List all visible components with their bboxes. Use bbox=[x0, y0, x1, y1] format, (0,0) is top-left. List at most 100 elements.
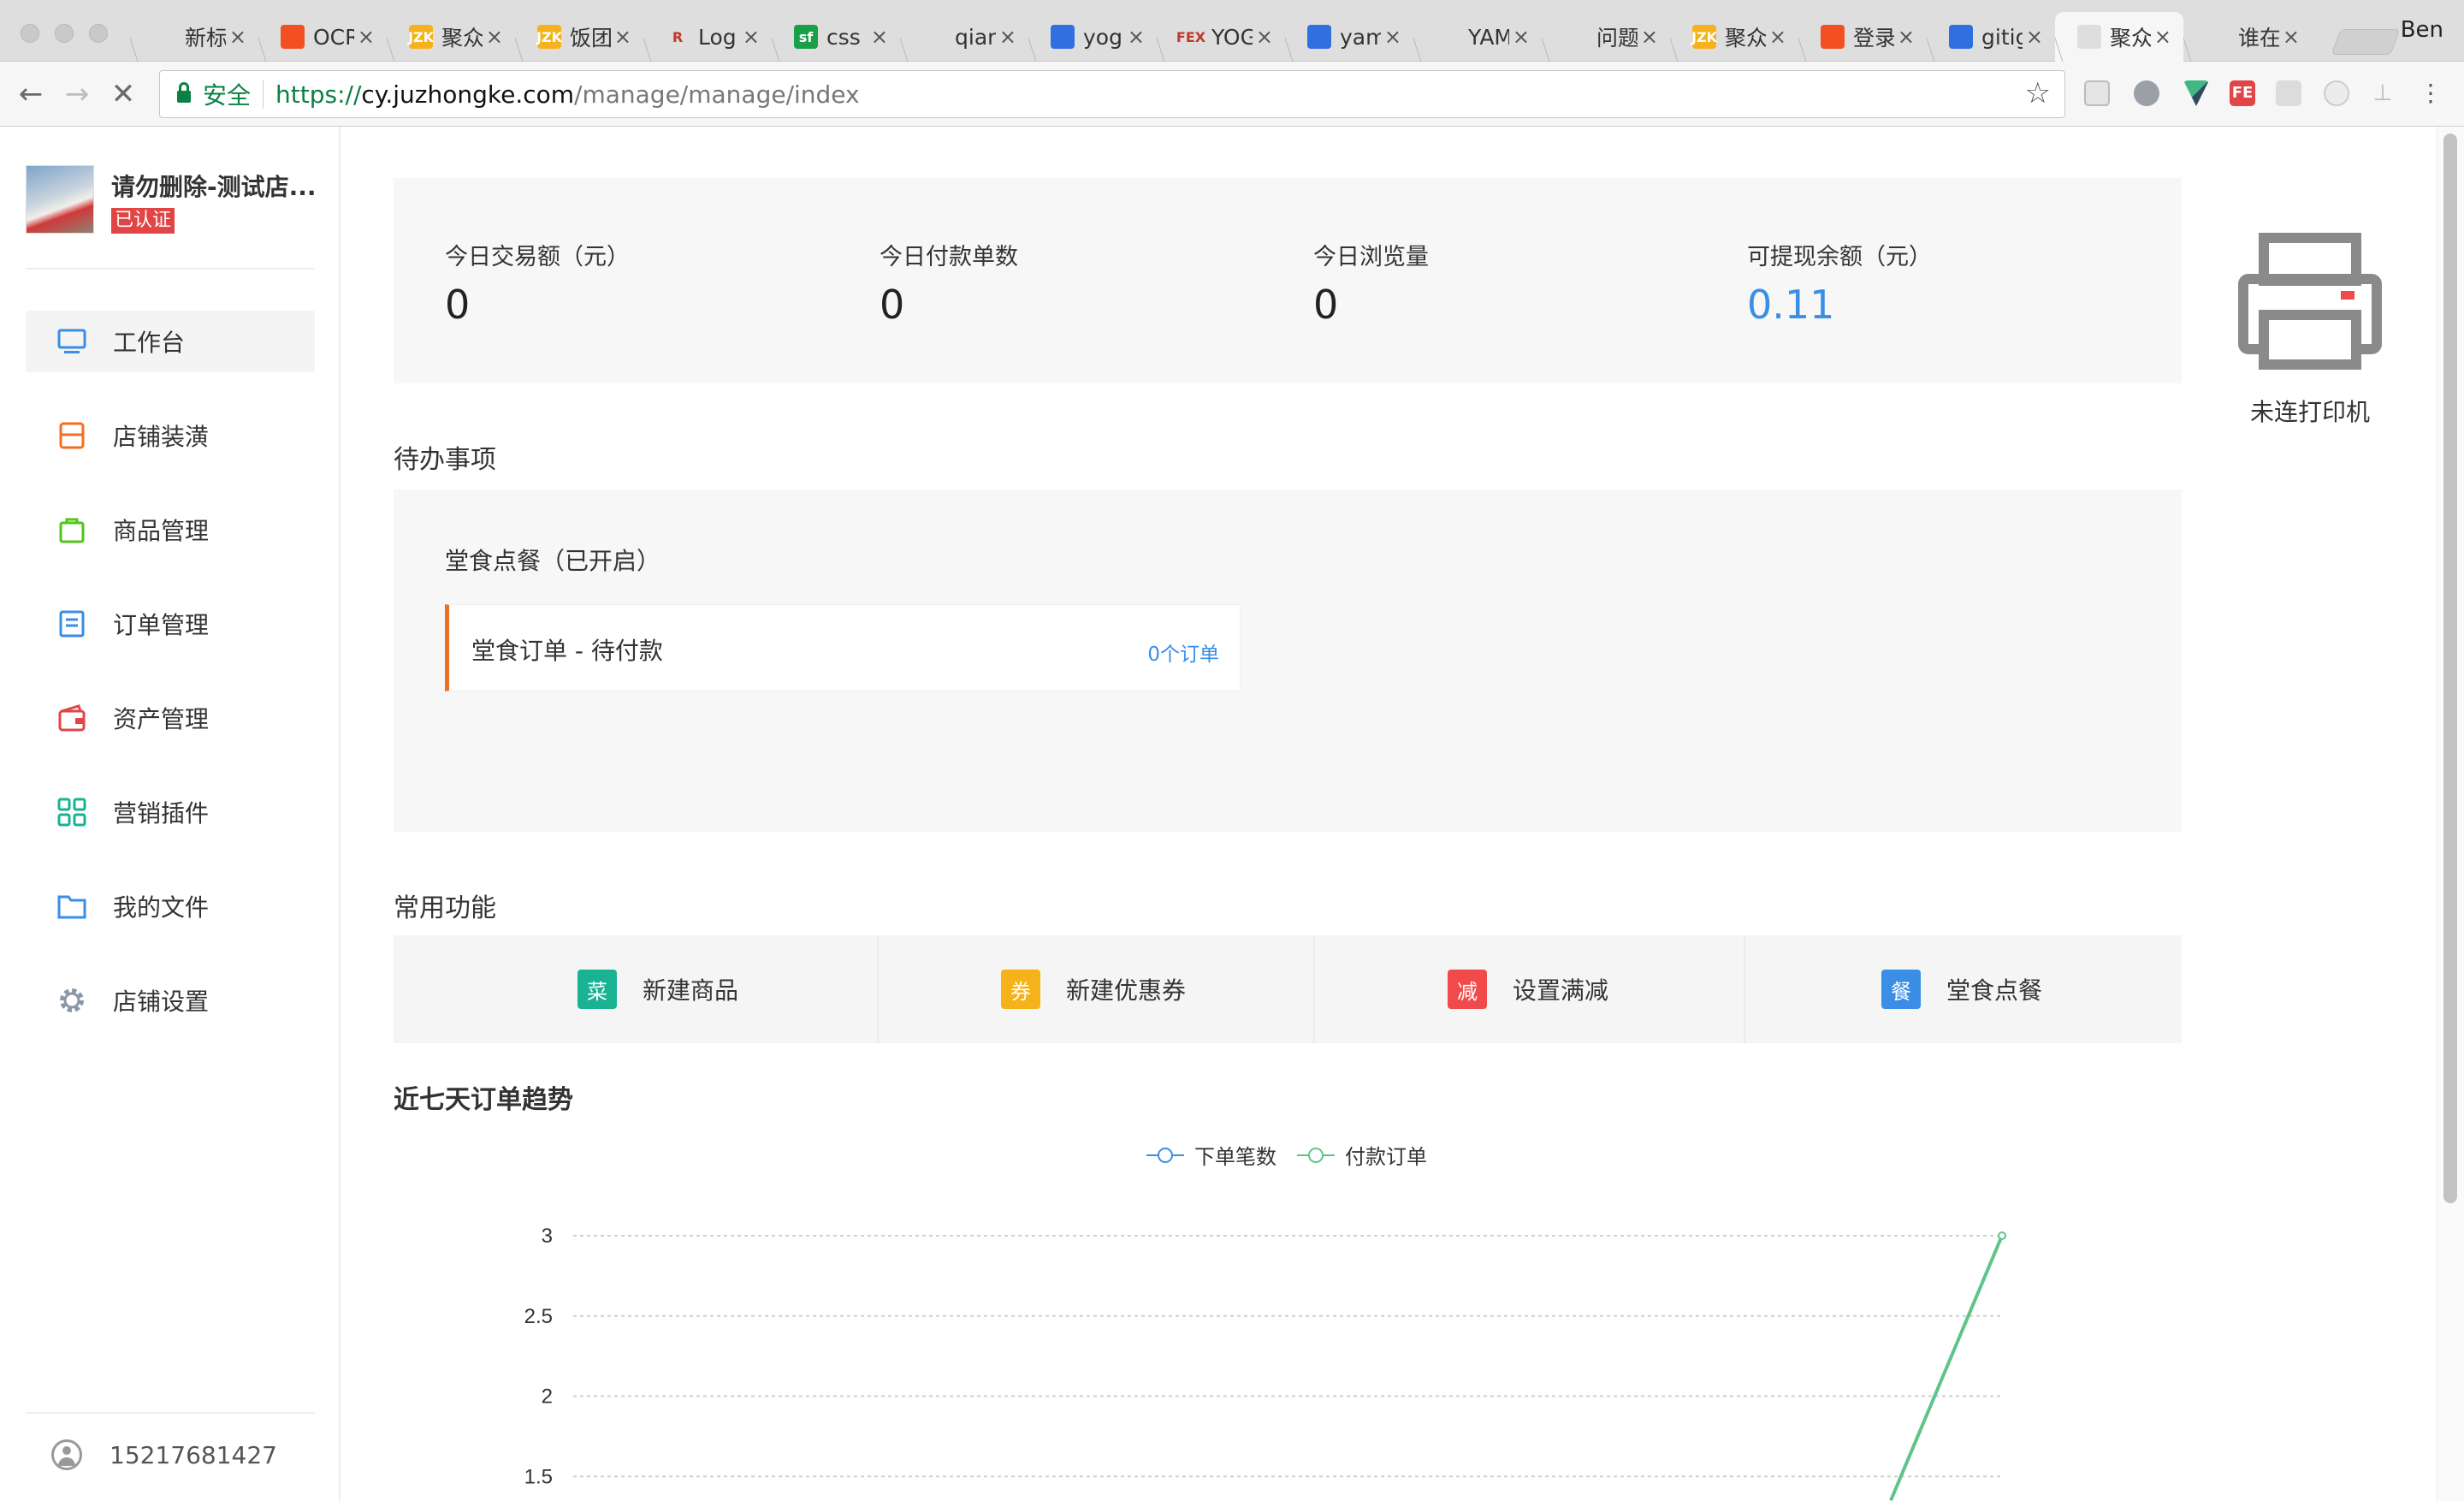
browser-tab[interactable]: JZK 聚众 × bbox=[1670, 12, 1798, 62]
browser-tab[interactable]: gitig × bbox=[1927, 12, 2055, 62]
tab-title: gitig bbox=[1981, 24, 2023, 50]
tab-favicon-icon bbox=[1307, 25, 1331, 49]
y-tick-label: 3 bbox=[542, 1225, 553, 1248]
tab-close-icon[interactable]: × bbox=[2283, 25, 2300, 49]
window-zoom-button[interactable] bbox=[89, 24, 108, 43]
tab-favicon-icon: R bbox=[666, 25, 690, 49]
quick-action-button[interactable]: 券新建优惠券 bbox=[1001, 935, 1186, 1043]
tab-close-icon[interactable]: × bbox=[1256, 25, 1273, 49]
browser-tab[interactable]: YAM × bbox=[1413, 12, 1542, 62]
quick-action-button[interactable]: 菜新建商品 bbox=[578, 935, 738, 1043]
todo-card-link[interactable]: 0个订单 bbox=[1147, 638, 1219, 667]
browser-tab[interactable]: 谁在 × bbox=[2183, 12, 2312, 62]
tab-close-icon[interactable]: × bbox=[999, 25, 1016, 49]
sidebar-item[interactable]: 资产管理 bbox=[26, 687, 315, 749]
profile-name[interactable]: Ben bbox=[2401, 17, 2443, 43]
sidebar-item-label: 店铺设置 bbox=[113, 988, 210, 1016]
quick-action-button[interactable]: 减设置满减 bbox=[1448, 935, 1608, 1043]
tab-title: OCR bbox=[313, 24, 354, 50]
browser-tab[interactable]: sf css × bbox=[772, 12, 900, 62]
window-close-button[interactable] bbox=[21, 24, 39, 43]
window-minimize-button[interactable] bbox=[55, 24, 74, 43]
browser-tab[interactable]: JZK 饭团 × bbox=[515, 12, 643, 62]
quick-action-label: 设置满减 bbox=[1513, 976, 1609, 1005]
sidebar-item[interactable]: 订单管理 bbox=[26, 593, 315, 655]
shop-avatar[interactable] bbox=[26, 165, 94, 234]
quick-divider bbox=[1313, 935, 1315, 1043]
tab-close-icon[interactable]: × bbox=[229, 25, 246, 49]
scrollbar-thumb[interactable] bbox=[2443, 133, 2457, 1203]
tab-title: Log bbox=[698, 24, 737, 50]
extension-grid-icon[interactable] bbox=[2276, 80, 2301, 106]
bookmark-star-icon[interactable]: ☆ bbox=[2025, 76, 2051, 110]
tab-close-icon[interactable]: × bbox=[1898, 25, 1915, 49]
order-trend-chart: 下单笔数 付款订单 3 2.5 2 1.5 bbox=[394, 1121, 2182, 1501]
vue-devtools-icon[interactable] bbox=[2183, 80, 2209, 106]
browser-tab[interactable]: yog × bbox=[1028, 12, 1157, 62]
tab-close-icon[interactable]: × bbox=[1513, 25, 1530, 49]
todo-panel: 堂食点餐（已开启） 堂食订单 - 待付款 0个订单 bbox=[394, 489, 2182, 832]
forward-icon[interactable]: → bbox=[58, 75, 96, 113]
tab-favicon-icon: sf bbox=[794, 25, 818, 49]
account-item[interactable]: 15217681427 bbox=[51, 1439, 277, 1470]
quick-action-badge-icon: 餐 bbox=[1881, 970, 1921, 1009]
tab-close-icon[interactable]: × bbox=[1641, 25, 1658, 49]
extension-tree-icon[interactable]: ⊥ bbox=[2370, 80, 2396, 106]
sidebar-item-label: 店铺装潢 bbox=[113, 423, 210, 451]
tab-close-icon[interactable]: × bbox=[2154, 25, 2171, 49]
stop-loading-icon[interactable]: ✕ bbox=[104, 75, 142, 113]
address-separator bbox=[263, 80, 264, 109]
browser-tab[interactable]: R Log × bbox=[643, 12, 772, 62]
browser-tab[interactable]: qian × bbox=[900, 12, 1028, 62]
quick-action-button[interactable]: 餐堂食点餐 bbox=[1881, 935, 2042, 1043]
sidebar-item[interactable]: 我的文件 bbox=[26, 875, 315, 937]
fe-helper-icon[interactable]: FE bbox=[2230, 80, 2255, 106]
extension-icon[interactable] bbox=[2084, 80, 2110, 106]
stat-value[interactable]: 0.11 bbox=[1747, 282, 1932, 328]
browser-tab[interactable]: JZK 聚众 × bbox=[387, 12, 515, 62]
tab-close-icon[interactable]: × bbox=[1769, 25, 1786, 49]
browser-tab[interactable]: 问题 × bbox=[1542, 12, 1670, 62]
sidebar-item[interactable]: 商品管理 bbox=[26, 499, 315, 561]
sidebar-item[interactable]: 工作台 bbox=[26, 311, 315, 372]
tab-title: qian bbox=[955, 24, 996, 50]
shop-header[interactable]: 请勿删除-测试店... 已认证 bbox=[26, 165, 317, 242]
sidebar-item[interactable]: 营销插件 bbox=[26, 781, 315, 843]
tab-close-icon[interactable]: × bbox=[871, 25, 888, 49]
tab-close-icon[interactable]: × bbox=[486, 25, 503, 49]
browser-tab[interactable]: OCR × bbox=[258, 12, 387, 62]
printer-status[interactable]: 未连打印机 bbox=[2224, 229, 2396, 435]
tab-title: 聚众 bbox=[2110, 26, 2151, 50]
tab-favicon-icon bbox=[2206, 25, 2230, 49]
quick-action-badge-icon: 减 bbox=[1448, 970, 1487, 1009]
quick-action-label: 新建优惠券 bbox=[1066, 976, 1187, 1005]
tab-close-icon[interactable]: × bbox=[1384, 25, 1401, 49]
browser-tab[interactable]: 登录 × bbox=[1798, 12, 1927, 62]
stat-withdrawable-balance[interactable]: 可提现余额（元） 0.11 bbox=[1747, 238, 1932, 328]
tab-close-icon[interactable]: × bbox=[614, 25, 631, 49]
user-icon bbox=[51, 1439, 82, 1470]
data-point[interactable] bbox=[1998, 1231, 2006, 1240]
account-phone: 15217681427 bbox=[110, 1440, 277, 1469]
quick-functions: 菜新建商品 券新建优惠券 减设置满减 餐堂食点餐 bbox=[394, 935, 2182, 1043]
new-tab-button[interactable] bbox=[2331, 29, 2401, 55]
sidebar-item[interactable]: 店铺装潢 bbox=[26, 405, 315, 466]
shop-name: 请勿删除-测试店... bbox=[111, 173, 317, 201]
tab-close-icon[interactable]: × bbox=[358, 25, 375, 49]
todo-card[interactable]: 堂食订单 - 待付款 0个订单 bbox=[445, 604, 1241, 691]
tab-close-icon[interactable]: × bbox=[743, 25, 760, 49]
sidebar-item[interactable]: 店铺设置 bbox=[26, 970, 315, 1031]
address-bar[interactable]: 安全 https://cy.juzhongke.com/manage/manag… bbox=[159, 70, 2065, 118]
tab-close-icon[interactable]: × bbox=[2026, 25, 2043, 49]
stats-panel: 今日交易额（元） 0 今日付款单数 0 今日浏览量 0 可提现余额（元） 0.1… bbox=[394, 178, 2182, 383]
back-icon[interactable]: ← bbox=[12, 75, 50, 113]
browser-tab[interactable]: 聚众 × bbox=[2055, 12, 2183, 62]
tab-close-icon[interactable]: × bbox=[1128, 25, 1145, 49]
browser-menu-icon[interactable]: ⋮ bbox=[2418, 80, 2443, 106]
browser-tab[interactable]: 新标签页× bbox=[130, 12, 258, 62]
tab-favicon-icon bbox=[1051, 25, 1075, 49]
browser-tab[interactable]: FEX YOG × bbox=[1157, 12, 1285, 62]
extension-circle-icon[interactable] bbox=[2324, 80, 2349, 106]
evernote-icon[interactable] bbox=[2134, 80, 2159, 106]
browser-tab[interactable]: yam × bbox=[1285, 12, 1413, 62]
